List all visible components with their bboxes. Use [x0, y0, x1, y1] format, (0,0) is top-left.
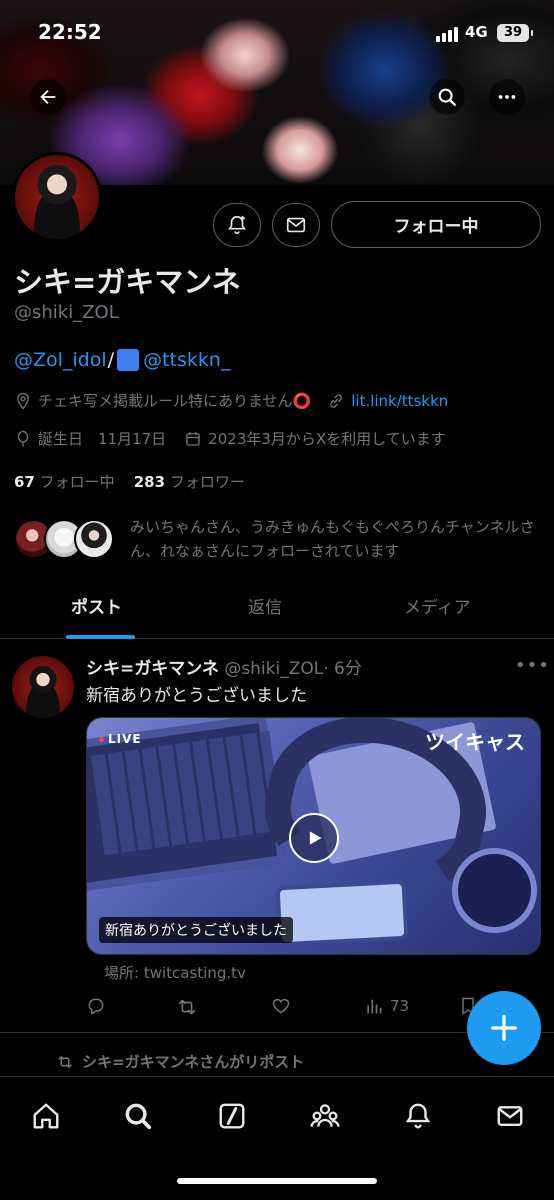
play-icon — [309, 831, 322, 845]
profile-meta-row-1: チェキ写メ掲載ルール特にありません⭕️ lit.link/ttskkn — [14, 390, 448, 411]
followers-label: フォロワー — [169, 473, 245, 491]
profile-name: シキ=ガキマンネ — [14, 265, 241, 299]
message-button[interactable] — [272, 203, 320, 247]
bio-link-ttskkn[interactable]: @ttskkn_ — [143, 349, 230, 371]
profile-tabs: ポスト 返信 メディア — [0, 585, 554, 639]
battery-indicator: 39 — [497, 24, 533, 42]
tweet-avatar[interactable] — [12, 656, 74, 718]
status-bar: 22:52 4G 39 — [0, 0, 554, 68]
repost-icon — [58, 1055, 72, 1068]
profile-meta-row-2: 誕生日 11月17日 2023年3月からXを利用しています — [14, 428, 446, 449]
home-icon — [33, 1103, 59, 1129]
profile-joined: 2023年3月からXを利用しています — [208, 430, 446, 448]
more-button[interactable] — [489, 79, 525, 115]
network-type: 4G — [465, 23, 488, 41]
search-icon — [438, 88, 456, 106]
repost-label: シキ=ガキマンネさんがリポスト — [82, 1053, 305, 1071]
tweet-author-handle[interactable]: @shiki_ZOL — [224, 659, 323, 679]
profile-bio: @Zol_idol / @ttskkn_ — [14, 349, 230, 371]
nav-grok[interactable] — [215, 1099, 249, 1133]
tweet-text: 新宿ありがとうございました — [86, 686, 307, 706]
followers-count: 283 — [133, 473, 166, 491]
following-label: フォロー中 — [39, 473, 115, 491]
back-button[interactable] — [30, 79, 66, 115]
grok-icon — [219, 1103, 245, 1129]
tweet-media-card[interactable]: LIVE ツイキャス 新宿ありがとうございました — [86, 717, 541, 955]
follower-avatar — [74, 519, 114, 559]
followers-link[interactable]: 283 フォロワー — [134, 473, 245, 491]
card-illustration-mug — [452, 848, 537, 933]
search-button[interactable] — [429, 79, 465, 115]
play-button[interactable] — [289, 813, 339, 863]
balloon-icon — [14, 430, 32, 448]
profile-website[interactable]: lit.link/ttskkn — [351, 392, 448, 410]
reply-icon — [88, 998, 104, 1015]
twitcasting-logo: ツイキャス — [425, 730, 525, 754]
tweet-more-icon[interactable]: ••• — [515, 655, 550, 676]
reply-button[interactable] — [86, 996, 106, 1016]
bio-link-zol-idol[interactable]: @Zol_idol — [14, 349, 107, 371]
card-source[interactable]: 場所: twitcasting.tv — [104, 962, 246, 983]
compose-fab[interactable] — [467, 991, 541, 1065]
repost-button[interactable] — [176, 996, 198, 1018]
bell-icon — [405, 1103, 431, 1129]
envelope-icon — [497, 1106, 523, 1126]
nav-notifications[interactable] — [401, 1099, 435, 1133]
followed-by-text[interactable]: みいちゃんさん、うみきゅんもぐもぐぺろりんチャンネルさん、れなぁさんにフォローさ… — [130, 515, 540, 563]
notify-button[interactable] — [213, 203, 261, 247]
nav-search[interactable] — [121, 1099, 155, 1133]
profile-handle: @shiki_ZOL — [14, 302, 119, 323]
tab-media[interactable]: メディア — [404, 593, 471, 618]
nav-communities[interactable] — [308, 1099, 342, 1133]
signal-icon — [436, 27, 458, 42]
bio-separator: / — [107, 349, 115, 371]
communities-icon — [310, 1104, 340, 1127]
plus-icon — [491, 1015, 517, 1041]
profile-birthday: 誕生日 11月17日 — [38, 430, 167, 448]
tweet-author-name[interactable]: シキ=ガキマンネ — [86, 659, 219, 679]
bell-plus-icon — [228, 215, 246, 235]
following-count: 67 — [14, 473, 35, 491]
profile-location: チェキ写メ掲載ルール特にありません⭕️ — [38, 392, 312, 410]
status-time: 22:52 — [38, 20, 102, 44]
card-caption: 新宿ありがとうございました — [99, 917, 293, 943]
repost-indicator: シキ=ガキマンネさんがリポスト — [56, 1051, 304, 1072]
tweet-header: シキ=ガキマンネ @shiki_ZOL· 6分 — [86, 654, 362, 679]
active-tab-indicator — [66, 635, 135, 639]
tweet-time: · 6分 — [323, 659, 362, 679]
pin-icon — [14, 392, 32, 410]
repost-icon — [178, 999, 196, 1015]
blue-square-emoji — [117, 349, 140, 371]
more-icon — [498, 95, 516, 99]
like-button[interactable] — [271, 996, 291, 1016]
tab-posts[interactable]: ポスト — [71, 593, 122, 618]
profile-avatar[interactable] — [12, 152, 102, 242]
live-badge: LIVE — [99, 732, 142, 746]
following-link[interactable]: 67 フォロー中 — [14, 473, 115, 491]
views-button[interactable]: 73 — [364, 996, 409, 1016]
home-indicator — [177, 1178, 377, 1184]
calendar-icon — [184, 430, 202, 448]
tweet-actions: 73 — [86, 996, 506, 1018]
follow-counts: 67 フォロー中 283 フォロワー — [14, 471, 245, 492]
nav-messages[interactable] — [493, 1099, 527, 1133]
nav-home[interactable] — [29, 1099, 63, 1133]
arrow-left-icon — [40, 89, 56, 105]
envelope-icon — [286, 217, 306, 233]
following-button[interactable]: フォロー中 — [331, 201, 541, 248]
views-count: 73 — [390, 997, 410, 1015]
card-illustration-phone — [275, 879, 409, 947]
tab-replies[interactable]: 返信 — [248, 593, 282, 618]
heart-icon — [272, 998, 290, 1014]
views-icon — [367, 999, 382, 1014]
link-icon — [327, 392, 345, 410]
search-icon — [125, 1103, 152, 1130]
